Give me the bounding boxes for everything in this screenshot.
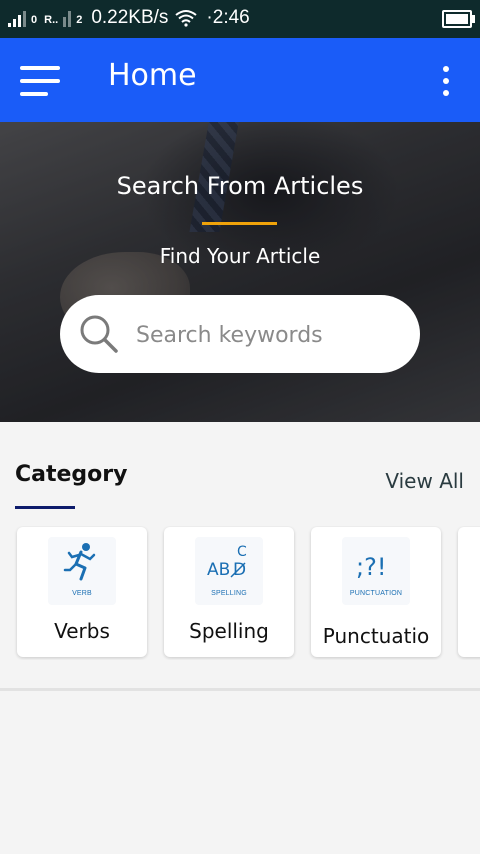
hamburger-menu-icon[interactable] — [20, 66, 62, 96]
hero-subtitle: Find Your Article — [159, 244, 321, 268]
sim-indicator: 0 — [31, 14, 38, 26]
hero-overlay — [0, 122, 480, 422]
svg-text:AB: AB — [207, 560, 230, 580]
status-left-group: 0 R.. 2 0.22KB/s ·2:46 — [8, 8, 250, 27]
search-input[interactable] — [134, 315, 408, 355]
signal-strength-icon — [8, 9, 26, 27]
category-section: Category View All VERB Verbs AB D C SPEL… — [0, 422, 480, 691]
sim-2-indicator: 2 — [76, 14, 83, 26]
roaming-indicator: R.. — [44, 14, 59, 26]
category-heading: Category — [15, 462, 128, 487]
spelling-icon-caption: SPELLING — [211, 590, 247, 597]
hero-banner: Search From Articles Find Your Article — [0, 122, 480, 422]
running-figure-icon: VERB — [48, 537, 116, 605]
category-card-punctuation[interactable]: ;?! PUNCTUATION Punctuatio — [311, 527, 441, 657]
app-bar: Home — [0, 38, 480, 122]
hero-title-underline — [202, 222, 277, 225]
verbs-icon-caption: VERB — [72, 590, 92, 597]
hero-title: Search From Articles — [116, 172, 364, 200]
category-card-list[interactable]: VERB Verbs AB D C SPELLING Spelling ;?! — [0, 526, 480, 660]
punctuation-icon: ;?! PUNCTUATION — [342, 537, 410, 605]
status-time: ·2:46 — [206, 7, 250, 28]
category-card-label: Verbs — [54, 619, 110, 643]
view-all-link[interactable]: View All — [385, 469, 464, 493]
page-title: Home — [108, 58, 197, 93]
category-card-spelling[interactable]: AB D C SPELLING Spelling — [164, 527, 294, 657]
more-options-icon[interactable] — [436, 64, 456, 98]
svg-text:;?!: ;?! — [356, 553, 386, 581]
category-card-label: Punctuatio — [322, 624, 430, 648]
punctuation-icon-caption: PUNCTUATION — [349, 590, 403, 597]
abc-spelling-icon: AB D C SPELLING — [195, 537, 263, 605]
search-icon — [80, 315, 118, 353]
category-card-partial[interactable] — [458, 527, 480, 657]
status-bar: 0 R.. 2 0.22KB/s ·2:46 — [0, 0, 480, 38]
wifi-icon — [175, 10, 198, 27]
battery-icon — [442, 10, 475, 28]
category-card-label: Spelling — [189, 619, 269, 643]
category-card-verbs[interactable]: VERB Verbs — [17, 527, 147, 657]
signal-strength-2-icon — [63, 9, 72, 27]
search-box[interactable] — [60, 295, 420, 373]
category-heading-underline — [15, 506, 75, 509]
svg-text:C: C — [237, 544, 247, 560]
network-speed: 0.22KB/s — [91, 7, 169, 28]
